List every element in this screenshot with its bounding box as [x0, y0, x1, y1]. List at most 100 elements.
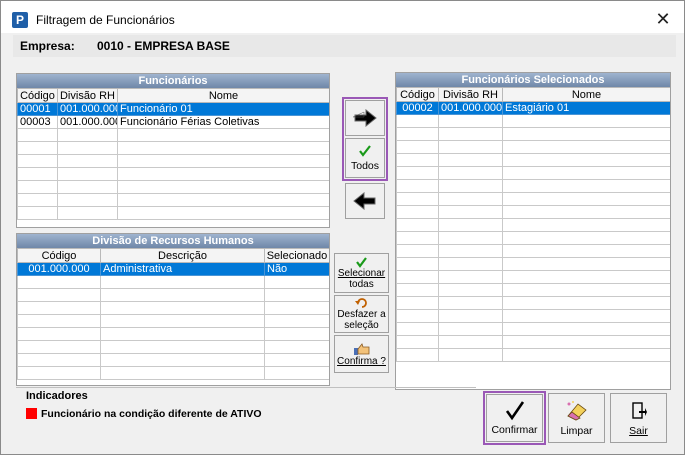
checkmark-icon: [359, 145, 371, 157]
undo-icon: [354, 297, 367, 308]
empty-row: [396, 296, 670, 310]
column-header-codigo[interactable]: Código: [396, 87, 439, 102]
cell-codigo: 001.000.000: [17, 262, 101, 276]
empty-row: [396, 140, 670, 154]
move-all-button[interactable]: Todos: [345, 138, 385, 178]
sair-button[interactable]: Sair: [610, 393, 667, 443]
empty-row: [396, 257, 670, 271]
indicadores-legend: Funcionário na condição diferente de ATI…: [41, 408, 262, 420]
checkmark-icon: [356, 257, 367, 268]
cell-codigo: 00002: [396, 101, 439, 115]
confirmar-button[interactable]: Confirmar: [486, 394, 543, 442]
column-header-divisao-rh[interactable]: Divisão RH: [57, 88, 118, 103]
cell-codigo: 00001: [17, 102, 58, 116]
desfazer-label-line1: Desfazer a: [337, 308, 386, 320]
divisao-rh-title: Divisão de Recursos Humanos: [17, 234, 329, 248]
funcionarios-panel: Funcionários Código Divisão RH Nome 0000…: [16, 73, 330, 228]
empresa-bar: Empresa: 0010 - EMPRESA BASE: [13, 35, 676, 57]
window-title: Filtragem de Funcionários: [36, 13, 175, 27]
arrow-left-icon: [353, 192, 376, 210]
indicadores-section: Indicadores Funcionário na condição dife…: [16, 387, 476, 445]
cell-nome: Estagiário 01: [502, 101, 670, 115]
column-header-divisao-rh[interactable]: Divisão RH: [438, 87, 503, 102]
close-icon[interactable]: ✕: [652, 8, 674, 30]
column-header-descricao[interactable]: Descrição: [100, 248, 265, 263]
move-left-button[interactable]: [345, 183, 385, 219]
divisao-rh-table: Código Descrição Selecionado 001.000.000…: [17, 248, 329, 380]
empty-row: [17, 314, 329, 328]
column-header-codigo[interactable]: Código: [17, 88, 58, 103]
empty-row: [17, 301, 329, 315]
table-row[interactable]: 001.000.000 Administrativa Não: [17, 262, 329, 276]
empty-row: [396, 335, 670, 349]
indicadores-title: Indicadores: [26, 390, 88, 402]
eraser-icon: [566, 401, 587, 421]
table-row[interactable]: 00001 001.000.000 Funcionário 01: [17, 102, 329, 116]
empty-row: [17, 288, 329, 302]
status-swatch: [26, 408, 37, 419]
confirma-label: Confirma ?: [337, 355, 386, 367]
cell-divisao: 001.000.000: [438, 101, 503, 115]
sair-label: Sair: [629, 425, 648, 437]
empty-row: [17, 206, 329, 220]
cell-divisao: 001.000.000: [57, 102, 118, 116]
empty-row: [396, 192, 670, 206]
cell-nome: Funcionário 01: [117, 102, 329, 116]
empty-row: [396, 283, 670, 297]
limpar-label: Limpar: [560, 425, 593, 437]
empty-row: [396, 153, 670, 167]
cell-selecionado: Não: [264, 262, 329, 276]
empty-row: [396, 205, 670, 219]
main-window: P Filtragem de Funcionários ✕ Empresa: 0…: [0, 0, 685, 455]
column-header-codigo[interactable]: Código: [17, 248, 101, 263]
selecionados-title: Funcionários Selecionados: [396, 73, 670, 87]
empty-row: [17, 353, 329, 367]
empty-row: [396, 309, 670, 323]
table-row[interactable]: 00003 001.000.000 Funcionário Férias Col…: [17, 115, 329, 129]
confirmar-label: Confirmar: [491, 424, 538, 436]
cell-codigo: 00003: [17, 115, 58, 129]
empty-row: [17, 128, 329, 142]
empty-row: [396, 231, 670, 245]
empty-row: [17, 180, 329, 194]
empresa-value: 0010 - EMPRESA BASE: [97, 39, 230, 53]
empty-row: [396, 179, 670, 193]
table-row[interactable]: 00002 001.000.000 Estagiário 01: [396, 101, 670, 115]
funcionarios-table: Código Divisão RH Nome 00001 001.000.000…: [17, 88, 329, 220]
empty-row: [396, 322, 670, 336]
title-bar: P Filtragem de Funcionários ✕: [1, 1, 684, 33]
desfazer-selecao-button[interactable]: Desfazer a seleção: [334, 295, 389, 333]
cell-descricao: Administrativa: [100, 262, 265, 276]
empty-row: [396, 218, 670, 232]
exit-door-icon: [631, 402, 647, 419]
empty-row: [17, 167, 329, 181]
empty-row: [17, 275, 329, 289]
selecionados-panel: Funcionários Selecionados Código Divisão…: [395, 72, 671, 390]
empty-row: [17, 340, 329, 354]
desfazer-label-line2: seleção: [344, 319, 379, 331]
column-header-nome[interactable]: Nome: [117, 88, 329, 103]
selecionar-label-line1: Selecionar: [337, 268, 386, 279]
funcionarios-title: Funcionários: [17, 74, 329, 88]
empty-row: [396, 114, 670, 128]
confirma-button[interactable]: Confirma ?: [334, 335, 389, 373]
selecionados-table: Código Divisão RH Nome 00002 001.000.000…: [396, 87, 670, 362]
column-header-selecionado[interactable]: Selecionado: [264, 248, 329, 263]
cell-divisao: 001.000.000: [57, 115, 118, 129]
empty-row: [396, 270, 670, 284]
empty-row: [396, 348, 670, 362]
app-logo-icon: P: [12, 12, 28, 28]
selecionar-todas-button[interactable]: Selecionar todas: [334, 253, 389, 293]
column-header-nome[interactable]: Nome: [502, 87, 670, 102]
empty-row: [17, 193, 329, 207]
limpar-button[interactable]: Limpar: [548, 393, 605, 443]
empty-row: [17, 154, 329, 168]
selecionar-label-line2: todas: [349, 279, 374, 290]
move-right-button[interactable]: [345, 100, 385, 136]
empty-row: [396, 127, 670, 141]
empresa-label: Empresa:: [20, 39, 75, 53]
cell-nome: Funcionário Férias Coletivas: [117, 115, 329, 129]
thumbs-up-icon: [353, 342, 369, 355]
divisao-rh-panel: Divisão de Recursos Humanos Código Descr…: [16, 233, 330, 386]
checkmark-icon: [505, 401, 524, 421]
